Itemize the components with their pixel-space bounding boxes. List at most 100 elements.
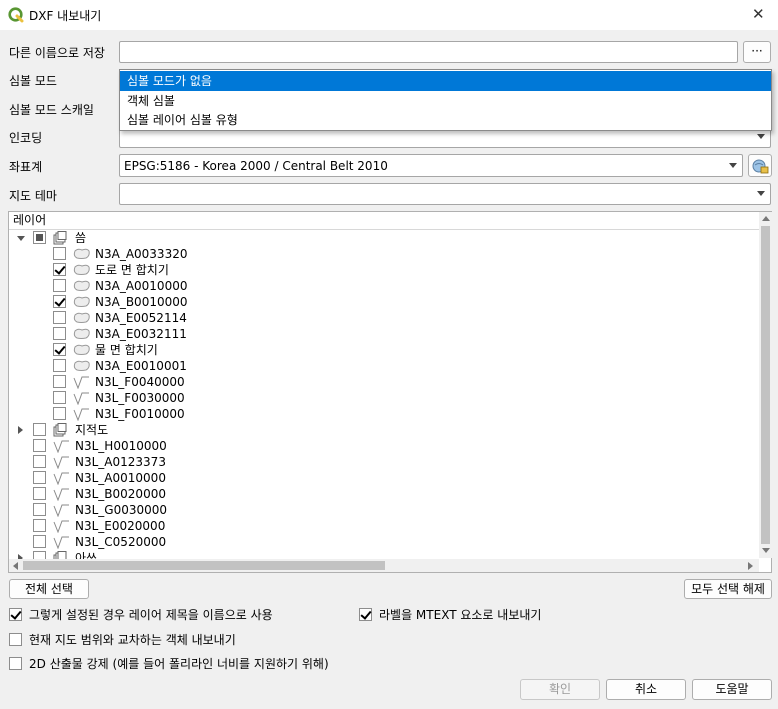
layer-checkbox[interactable] [53,343,66,356]
expand-arrow-icon[interactable] [17,236,25,241]
layer-checkbox[interactable] [53,407,66,420]
layer-row[interactable]: 물 면 합치기 [9,342,749,358]
layer-label: 물 면 합치기 [95,343,158,357]
mtext-checkbox[interactable] [359,608,372,621]
help-button[interactable]: 도움말 [692,679,772,700]
intersect-option[interactable]: 현재 지도 범위와 교차하는 객체 내보내기 [9,632,349,648]
layer-checkbox[interactable] [53,247,66,260]
layer-row[interactable]: N3L_A0010000 [9,470,749,486]
layer-checkbox[interactable] [53,311,66,324]
force-2d-checkbox[interactable] [9,657,22,670]
layer-row[interactable]: N3L_E0020000 [9,518,749,534]
layer-row[interactable]: N3L_G0030000 [9,502,749,518]
browse-button[interactable]: ··· [743,41,771,63]
layer-label: N3L_F0040000 [95,375,185,389]
layer-row[interactable]: N3A_A0010000 [9,278,749,294]
chevron-down-icon [757,191,765,196]
layer-row[interactable]: N3L_C0520000 [9,534,749,550]
symbol-mode-dropdown[interactable]: 심볼 모드가 없음 객체 심볼 심볼 레이어 심볼 유형 [119,69,772,131]
layer-label: N3A_E0010001 [95,359,187,373]
crs-select-button[interactable] [748,154,772,177]
layer-row[interactable]: N3A_E0052114 [9,310,749,326]
horizontal-scrollbar[interactable] [9,559,759,572]
layer-row[interactable]: N3A_E0010001 [9,358,749,374]
layer-row[interactable]: N3L_A0123373 [9,454,749,470]
force-2d-option[interactable]: 2D 산출물 강제 (예를 들어 폴리라인 너비를 지원하기 위해) [9,656,449,672]
layer-group-row[interactable]: 지적도 [9,422,749,438]
scroll-down-icon[interactable] [762,548,770,553]
encoding-label: 인코딩 [9,131,43,145]
vertical-scrollbar[interactable] [759,212,772,558]
layer-checkbox[interactable] [33,471,46,484]
collapse-arrow-icon[interactable] [18,426,23,434]
layer-label: 도로 면 합치기 [95,263,169,277]
scroll-left-icon[interactable] [13,562,18,570]
line-layer-icon [53,488,69,501]
crs-combo[interactable]: EPSG:5186 - Korea 2000 / Central Belt 20… [119,154,743,177]
close-icon[interactable]: ✕ [752,5,765,23]
dropdown-option[interactable]: 객체 심볼 [120,91,771,111]
mtext-option[interactable]: 라벨을 MTEXT 요소로 내보내기 [359,607,619,623]
layer-label: N3L_B0020000 [75,487,166,501]
layer-checkbox[interactable] [53,295,66,308]
layer-row[interactable]: 도로 면 합치기 [9,262,749,278]
title-bar [0,0,778,30]
deselect-all-button[interactable]: 모두 선택 해제 [684,579,772,599]
layer-tree[interactable]: 레이어 씀 N3A_A0033320 도로 면 합치기 N3A_A0010000 N3A… [8,211,772,573]
layer-checkbox[interactable] [33,519,46,532]
select-all-button[interactable]: 전체 선택 [9,579,89,599]
layer-checkbox[interactable] [33,455,46,468]
layer-row[interactable]: N3A_B0010000 [9,294,749,310]
layer-checkbox[interactable] [53,327,66,340]
intersect-checkbox[interactable] [9,633,22,646]
layer-label: N3L_G0030000 [75,503,168,517]
ok-button[interactable]: 확인 [520,679,600,700]
layer-checkbox[interactable] [33,231,46,244]
theme-label: 지도 테마 [9,189,57,203]
polygon-layer-icon [73,264,90,275]
line-layer-icon [53,504,69,517]
layer-checkbox[interactable] [33,423,46,436]
layer-checkbox[interactable] [53,391,66,404]
layer-row[interactable]: N3A_E0032111 [9,326,749,342]
layer-row[interactable]: N3L_B0020000 [9,486,749,502]
mtext-label: 라벨을 MTEXT 요소로 내보내기 [379,608,542,622]
layer-row[interactable]: N3A_A0033320 [9,246,749,262]
save-as-input[interactable] [119,41,738,63]
layer-label: N3L_A0123373 [75,455,166,469]
layer-group-row[interactable]: 씀 [9,230,749,246]
layer-checkbox[interactable] [33,551,46,559]
layer-checkbox[interactable] [33,535,46,548]
layer-row[interactable]: N3L_F0040000 [9,374,749,390]
intersect-label: 현재 지도 범위와 교차하는 객체 내보내기 [29,633,236,647]
polygon-layer-icon [73,344,90,355]
symbol-scale-label: 심볼 모드 스캐일 [9,103,94,117]
scroll-up-icon[interactable] [762,216,770,221]
layer-checkbox[interactable] [33,439,46,452]
cancel-button[interactable]: 취소 [606,679,686,700]
layer-label: N3L_A0010000 [75,471,166,485]
symbol-mode-label: 심볼 모드 [9,74,57,88]
scrollbar-thumb[interactable] [761,226,770,544]
layer-label: N3L_E0020000 [75,519,166,533]
qgis-logo-icon [8,7,24,23]
scroll-right-icon[interactable] [748,562,753,570]
layer-checkbox[interactable] [53,279,66,292]
layer-title-option[interactable]: 그렇게 설정된 경우 레이어 제목을 이름으로 사용 [9,607,349,623]
layer-title-checkbox[interactable] [9,608,22,621]
layer-checkbox[interactable] [53,359,66,372]
h-scrollbar-thumb[interactable] [23,561,385,570]
dropdown-option[interactable]: 심볼 레이어 심볼 유형 [120,110,771,130]
layer-group-row[interactable]: 아쓰 [9,550,749,559]
layer-checkbox[interactable] [53,263,66,276]
layer-row[interactable]: N3L_F0030000 [9,390,749,406]
layer-checkbox[interactable] [53,375,66,388]
layer-checkbox[interactable] [33,487,46,500]
layer-label: N3A_E0052114 [95,311,187,325]
layer-checkbox[interactable] [33,503,46,516]
layer-label: N3A_A0010000 [95,279,188,293]
layer-row[interactable]: N3L_H0010000 [9,438,749,454]
theme-combo[interactable] [119,183,771,205]
layer-row[interactable]: N3L_F0010000 [9,406,749,422]
dropdown-option[interactable]: 심볼 모드가 없음 [120,71,771,91]
